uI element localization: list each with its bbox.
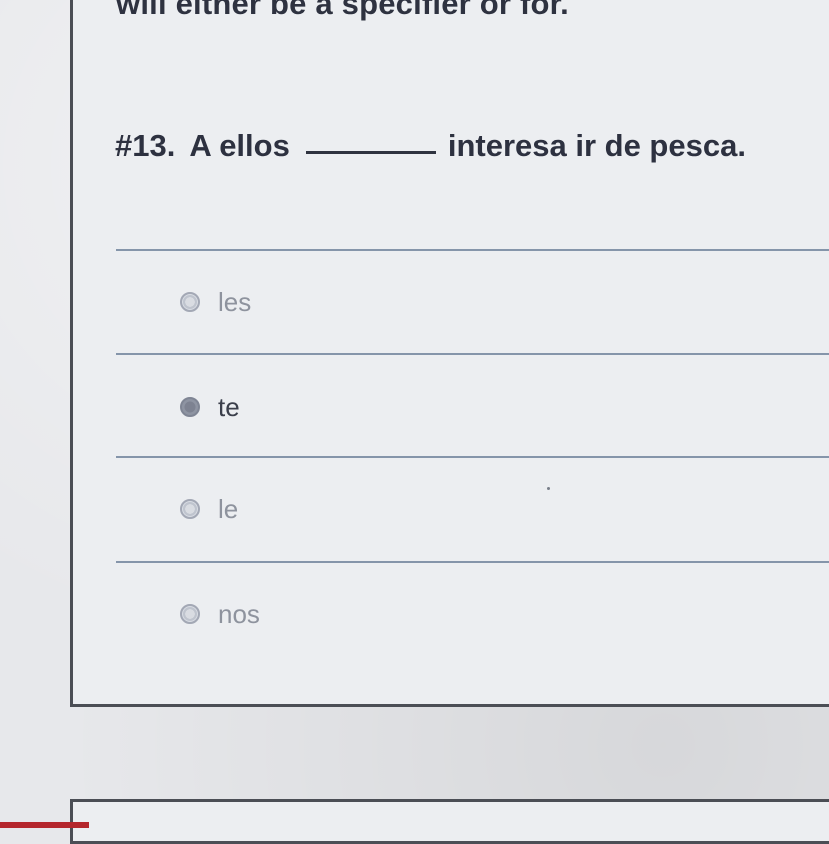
- answer-divider: [116, 561, 829, 563]
- answer-divider: [116, 456, 829, 458]
- screen-speck: [547, 487, 550, 490]
- question-suffix: interesa ir de pesca.: [447, 128, 746, 163]
- answer-option-label: le: [218, 493, 239, 524]
- radio-checked-icon[interactable]: [180, 397, 200, 417]
- answer-option-label: te: [218, 391, 240, 422]
- question-text: #13. A ellos interesa ir de pesca.: [115, 128, 746, 164]
- cut-off-instruction-text: will either be a specifier or for.: [116, 0, 570, 21]
- red-edge-strip: [0, 822, 89, 828]
- answer-divider: [116, 353, 829, 355]
- answer-blank: [305, 151, 436, 154]
- answer-option-te[interactable]: te: [180, 388, 240, 426]
- answer-divider-top: [116, 249, 829, 251]
- question-prefix: A ellos: [189, 128, 290, 163]
- radio-unchecked-icon[interactable]: [180, 604, 200, 624]
- answer-option-le[interactable]: le: [180, 490, 238, 528]
- answer-option-les[interactable]: les: [180, 283, 251, 321]
- next-question-panel: [70, 799, 829, 844]
- answer-option-label: les: [218, 286, 252, 317]
- radio-unchecked-icon[interactable]: [180, 499, 200, 519]
- question-number: #13.: [115, 128, 176, 163]
- answer-option-label: nos: [218, 598, 260, 629]
- answer-option-nos[interactable]: nos: [180, 595, 260, 633]
- radio-unchecked-icon[interactable]: [180, 292, 200, 312]
